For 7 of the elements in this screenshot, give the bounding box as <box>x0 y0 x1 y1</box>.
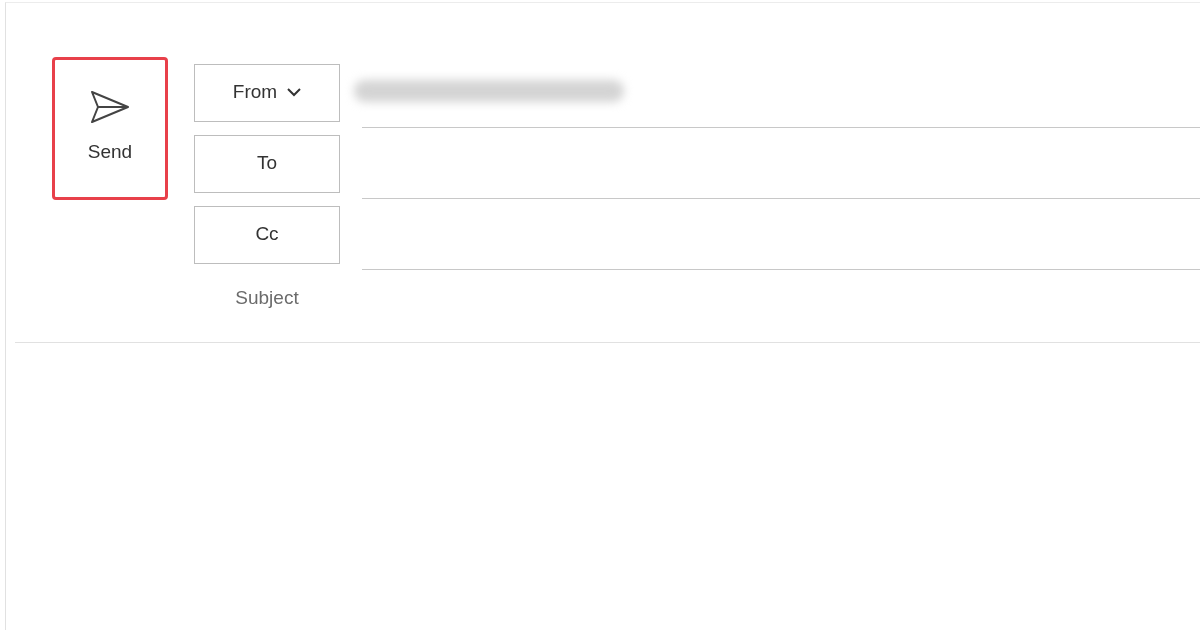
recipient-button[interactable]: To <box>194 134 340 193</box>
subject-field[interactable]: Subject <box>194 284 340 313</box>
from-button[interactable]: From <box>194 63 340 122</box>
send-button[interactable]: Send <box>52 57 168 200</box>
chevron-down-icon <box>287 88 302 97</box>
recipient-button[interactable]: Cc <box>194 205 340 264</box>
send-icon <box>90 90 130 125</box>
